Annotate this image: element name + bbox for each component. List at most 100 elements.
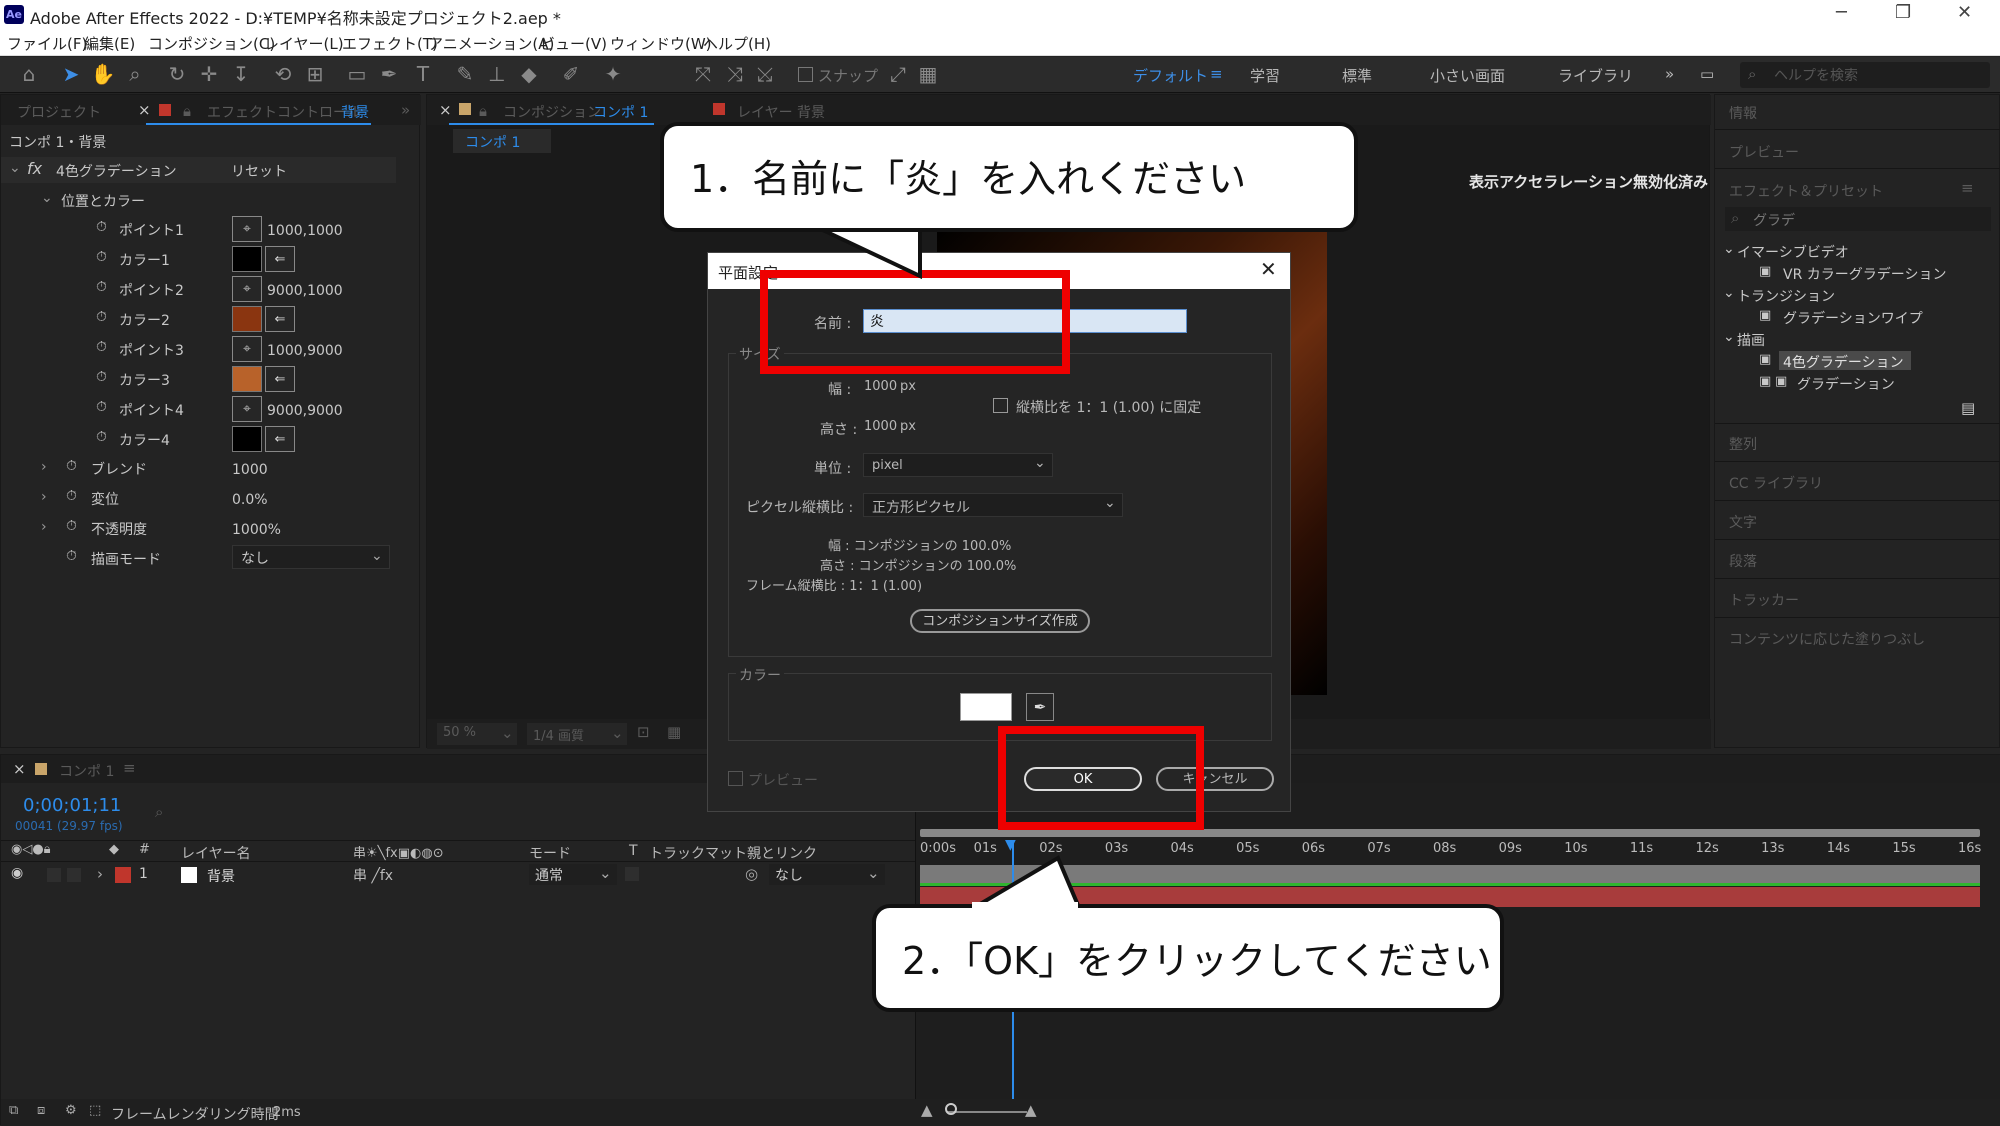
parent-select[interactable]: なし ⌄ — [769, 864, 885, 885]
hand-tool-icon[interactable]: ✋ — [90, 61, 116, 87]
workspace-overflow-icon[interactable]: » — [1665, 65, 1674, 83]
sync-settings-icon[interactable]: ▭ — [1700, 65, 1714, 83]
close-tab-icon[interactable]: × — [138, 101, 151, 119]
expand-chevron-icon[interactable]: › — [41, 519, 47, 535]
col-mode[interactable]: モード — [529, 843, 571, 863]
lock-icon[interactable]: 🔒︎ — [479, 102, 487, 120]
menu-composition[interactable]: コンポジション(C) — [148, 33, 275, 54]
tab-effect-controls[interactable]: エフェクトコントロール — [207, 102, 361, 122]
toggle-switches-icon[interactable]: ⧉ — [9, 1103, 18, 1118]
point-target-icon[interactable]: ⌖ — [232, 276, 262, 302]
zoom-select[interactable]: 50 % ⌄ — [437, 723, 517, 745]
preview-checkbox[interactable] — [728, 771, 743, 786]
tab-layer-name[interactable]: 背景 — [341, 102, 369, 122]
section-info[interactable]: 情報 — [1729, 103, 1757, 123]
point-target-icon[interactable]: ⌖ — [232, 336, 262, 362]
color-swatch[interactable] — [232, 426, 262, 452]
dolly-tool-icon[interactable]: ↧ — [228, 61, 254, 87]
workspace-libraries[interactable]: ライブラリ — [1558, 65, 1633, 86]
tab-project[interactable]: プロジェクト — [17, 102, 101, 122]
menu-file[interactable]: ファイル(F) — [7, 33, 87, 54]
menu-help[interactable]: ヘルプ(H) — [703, 33, 771, 54]
effects-search-box[interactable]: ⌕ グラデ — [1725, 207, 1991, 231]
close-tab-icon[interactable]: × — [439, 101, 452, 119]
stopwatch-icon[interactable]: ⏱︎ — [66, 458, 77, 474]
tree-group-generate[interactable]: 描画 — [1737, 330, 1765, 350]
col-parent[interactable]: 親とリンク — [747, 843, 817, 863]
unit-select[interactable]: pixel ⌄ — [863, 453, 1053, 477]
layer-name[interactable]: 背景 — [207, 866, 235, 886]
menu-effect[interactable]: エフェクト(T) — [342, 33, 438, 54]
help-search-box[interactable]: ⌕ ヘルプを検索 — [1740, 62, 1990, 88]
blend-mode-select[interactable]: なし ⌄ — [232, 545, 390, 569]
prop-value[interactable]: 9000,9000 — [267, 403, 343, 419]
col-track-matte[interactable]: トラックマット — [649, 843, 747, 863]
point-target-icon[interactable]: ⌖ — [232, 216, 262, 242]
workspace-learn[interactable]: 学習 — [1250, 65, 1280, 86]
expand-chevron-icon[interactable]: › — [41, 489, 47, 505]
layer-label-color[interactable] — [115, 867, 131, 883]
section-preview[interactable]: プレビュー — [1729, 142, 1799, 162]
solid-color-swatch[interactable] — [960, 693, 1012, 721]
eye-icon[interactable]: ◉ — [11, 865, 23, 881]
puppet-tool-icon[interactable]: ✦ — [600, 61, 626, 87]
eraser-tool-icon[interactable]: ◆ — [516, 61, 542, 87]
anchor-tool-icon[interactable]: ⊞ — [302, 61, 328, 87]
panel-menu-icon[interactable]: ≡ — [123, 759, 136, 777]
menu-view[interactable]: ビュー(V) — [540, 33, 607, 54]
zoom-tool-icon[interactable]: ⌕ — [122, 61, 148, 87]
search-icon[interactable]: ⌕ — [155, 803, 163, 821]
menu-layer[interactable]: レイヤー(L) — [264, 33, 344, 54]
axis-view-icon[interactable]: ⤩ — [752, 61, 778, 87]
eyedropper-icon[interactable]: ⇐ — [265, 426, 295, 452]
mode-select[interactable]: 通常 ⌄ — [529, 864, 617, 885]
eyedropper-icon[interactable]: ⇐ — [265, 306, 295, 332]
fx-icon[interactable]: fx — [27, 159, 42, 178]
eyedropper-icon[interactable]: ✒ — [1026, 693, 1054, 721]
orbit-tool-icon[interactable]: ↻ — [164, 61, 190, 87]
stopwatch-icon[interactable]: ⏱︎ — [96, 339, 107, 355]
brush-tool-icon[interactable]: ✎ — [452, 61, 478, 87]
tree-group-transition[interactable]: トランジション — [1737, 286, 1835, 306]
zoom-slider-handle[interactable] — [945, 1103, 957, 1115]
workspace-menu-icon[interactable]: ≡ — [1210, 65, 1223, 83]
menu-window[interactable]: ウィンドウ(W) — [610, 33, 712, 54]
rotate-tool-icon[interactable]: ⟲ — [270, 61, 296, 87]
snap-option-icon[interactable]: ⤢ — [885, 61, 911, 87]
workspace-small-screen[interactable]: 小さい画面 — [1430, 65, 1505, 86]
zoom-slider-track[interactable] — [947, 1111, 1027, 1113]
axis-world-icon[interactable]: ⤨ — [722, 61, 748, 87]
tree-item[interactable]: グラデーション — [1797, 374, 1895, 394]
restore-icon[interactable]: ❐ — [1895, 2, 1911, 23]
make-comp-size-button[interactable]: コンポジションサイズ作成 — [910, 609, 1090, 633]
stopwatch-icon[interactable]: ⏱︎ — [96, 399, 107, 415]
stopwatch-icon[interactable]: ⏱︎ — [96, 279, 107, 295]
work-area-range[interactable] — [920, 865, 1980, 883]
prop-value[interactable]: 1000,9000 — [267, 343, 343, 359]
snap-grid-icon[interactable]: ▦ — [915, 61, 941, 87]
dialog-close-icon[interactable]: ✕ — [1260, 257, 1277, 281]
eyedropper-icon[interactable]: ⇐ — [265, 366, 295, 392]
resolution-select[interactable]: 1/4 画質 ⌄ — [527, 723, 627, 745]
rectangle-tool-icon[interactable]: ▭ — [344, 61, 370, 87]
clone-stamp-icon[interactable]: ⊥ — [484, 61, 510, 87]
tab-layer[interactable]: レイヤー 背景 — [737, 102, 825, 122]
lock-aspect-checkbox[interactable] — [993, 398, 1008, 413]
snap-checkbox[interactable] — [798, 67, 813, 82]
menu-edit[interactable]: 編集(E) — [84, 33, 135, 54]
prop-value[interactable]: 1000,1000 — [267, 223, 343, 239]
tab-comp-name[interactable]: コンポ 1 — [593, 102, 648, 122]
timeline-tab-name[interactable]: コンポ 1 — [59, 761, 114, 781]
stopwatch-icon[interactable]: ⏱︎ — [96, 429, 107, 445]
section-content-aware-fill[interactable]: コンテンツに応じた塗りつぶし — [1729, 629, 1925, 649]
playhead-icon[interactable]: ▼ — [1005, 837, 1016, 853]
timecode[interactable]: 0;00;01;11 — [23, 795, 121, 816]
panel-menu-icon[interactable]: ≡ — [1961, 179, 1974, 197]
pan-tool-icon[interactable]: ✛ — [196, 61, 222, 87]
group-chevron-icon[interactable]: ⌄ — [41, 190, 53, 206]
type-tool-icon[interactable]: T — [410, 61, 436, 87]
layer-row[interactable]: ◉ › 1 背景 串 ╱fx 通常 ⌄ ◎ なし ⌄ — [1, 863, 915, 887]
blend-value[interactable]: 1000 — [232, 462, 268, 478]
toggle-modes-icon[interactable]: ⧈ — [37, 1103, 45, 1118]
lock-icon[interactable]: 🔒︎ — [183, 102, 191, 120]
